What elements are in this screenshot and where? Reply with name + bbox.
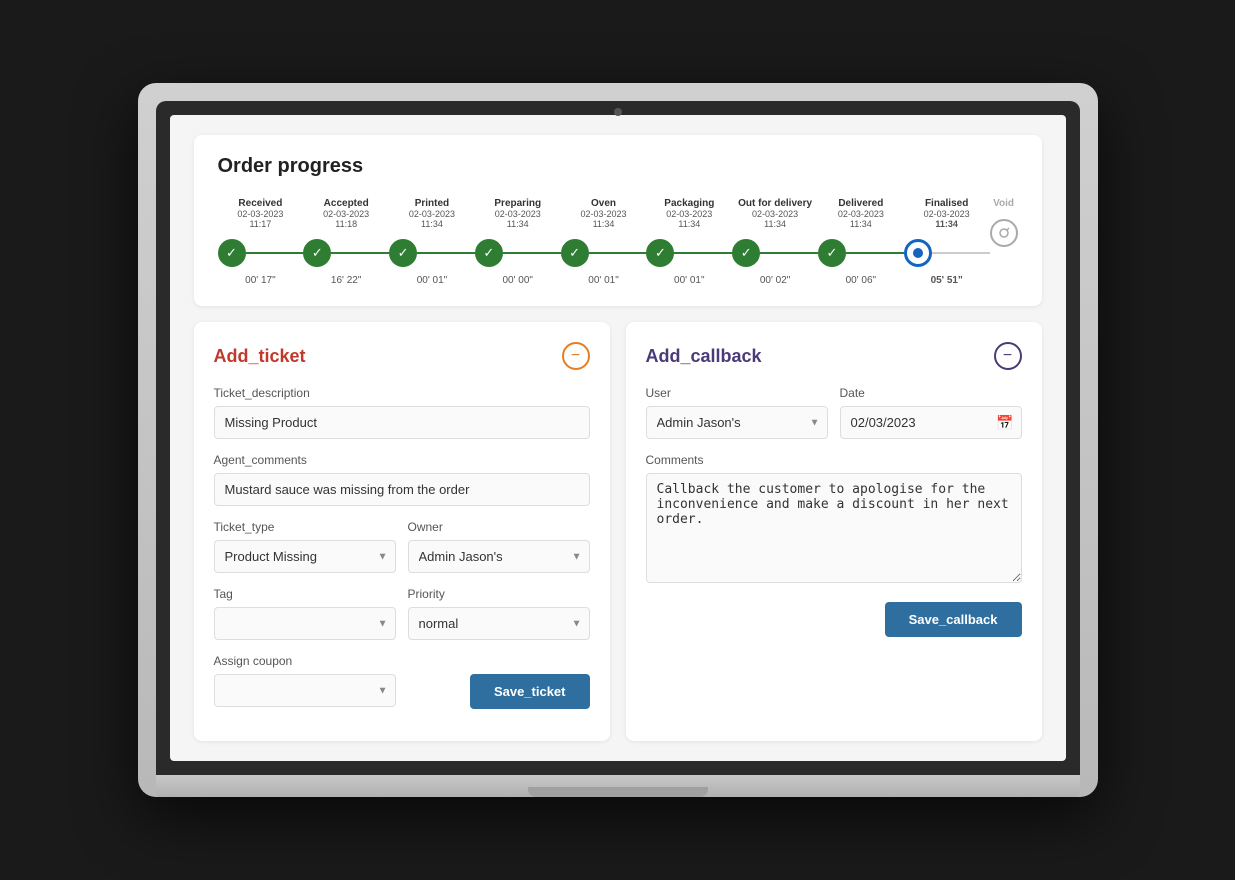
priority-wrapper: normal high low ▼ [408, 607, 590, 640]
step-circle-packaging: ✓ [646, 239, 674, 267]
agent-comments-input[interactable] [214, 473, 590, 506]
callback-date-input[interactable] [840, 406, 1022, 439]
callback-user-wrapper: Admin Jason's Admin ▼ [646, 406, 828, 439]
step-finalised: Finalised 02-03-2023 11:34 05' 51" [904, 198, 990, 286]
add-ticket-card: Add_ticket − Ticket_description Agent_co… [194, 322, 610, 741]
callback-comments-section: Comments Callback the customer to apolog… [646, 453, 1022, 602]
screen: Order progress Received 02-03-2023 11:17 [170, 115, 1066, 761]
callback-comments-label: Comments [646, 453, 1022, 467]
callback-date-label: Date [840, 386, 1022, 400]
callback-user-label: User [646, 386, 828, 400]
ticket-type-select[interactable]: Product Missing Wrong Order Late Deliver… [214, 540, 396, 573]
forms-row: Add_ticket − Ticket_description Agent_co… [194, 322, 1042, 741]
laptop-base [156, 775, 1080, 797]
step-circle-preparing: ✓ [475, 239, 503, 267]
progress-steps: Received 02-03-2023 11:17 ✓ 00' 17" [218, 198, 1018, 286]
step-preparing: Preparing 02-03-2023 11:34 ✓ 00' 00" [475, 198, 561, 286]
assign-coupon-select[interactable] [214, 674, 396, 707]
callback-save-row: Save_callback [646, 602, 1022, 637]
assign-coupon-wrapper: ▼ [214, 674, 396, 707]
step-received: Received 02-03-2023 11:17 ✓ 00' 17" [218, 198, 304, 286]
step-delivered: Delivered 02-03-2023 11:34 ✓ 00' 06" [818, 198, 904, 286]
step-circle-printed: ✓ [389, 239, 417, 267]
tag-select[interactable] [214, 607, 396, 640]
owner-select[interactable]: Admin Jason's Admin [408, 540, 590, 573]
step-circle-oven: ✓ [561, 239, 589, 267]
add-callback-title: Add_callback [646, 346, 762, 367]
owner-wrapper: Admin Jason's Admin ▼ [408, 540, 590, 573]
step-oven: Oven 02-03-2023 11:34 ✓ 00' 01" [561, 198, 647, 286]
callback-minus-button[interactable]: − [994, 342, 1022, 370]
camera [614, 108, 622, 116]
callback-comments-textarea[interactable]: Callback the customer to apologise for t… [646, 473, 1022, 583]
step-accepted: Accepted 02-03-2023 11:18 ✓ 16' 22" [303, 198, 389, 286]
owner-label: Owner [408, 520, 590, 534]
user-date-row: User Admin Jason's Admin ▼ [646, 386, 1022, 439]
callback-date-wrapper: 📅 [840, 406, 1022, 439]
step-circle-received: ✓ [218, 239, 246, 267]
ticket-description-input[interactable] [214, 406, 590, 439]
ticket-type-wrapper: Product Missing Wrong Order Late Deliver… [214, 540, 396, 573]
tag-priority-row: Tag ▼ Priority [214, 587, 590, 654]
step-circle-finalised [904, 239, 932, 267]
step-circle-accepted: ✓ [303, 239, 331, 267]
callback-user-select[interactable]: Admin Jason's Admin [646, 406, 828, 439]
step-packaging: Packaging 02-03-2023 11:34 ✓ 00' 01" [646, 198, 732, 286]
screen-bezel: Order progress Received 02-03-2023 11:17 [156, 101, 1080, 775]
assign-coupon-row: ▼ Save_ticket [214, 674, 590, 721]
laptop-frame: Order progress Received 02-03-2023 11:17 [138, 83, 1098, 797]
tag-wrapper: ▼ [214, 607, 396, 640]
step-circle-void [990, 219, 1018, 247]
priority-select[interactable]: normal high low [408, 607, 590, 640]
step-printed: Printed 02-03-2023 11:34 ✓ 00' 01" [389, 198, 475, 286]
ticket-type-owner-row: Ticket_type Product Missing Wrong Order … [214, 520, 590, 587]
step-circle-delivered: ✓ [818, 239, 846, 267]
tag-label: Tag [214, 587, 396, 601]
order-progress-title: Order progress [218, 155, 1018, 178]
agent-comments-label: Agent_comments [214, 453, 590, 467]
ticket-card-header: Add_ticket − [214, 342, 590, 370]
step-circle-out-for-delivery: ✓ [732, 239, 760, 267]
callback-card-header: Add_callback − [646, 342, 1022, 370]
assign-coupon-label: Assign coupon [214, 654, 590, 668]
save-ticket-button[interactable]: Save_ticket [470, 674, 590, 709]
step-void: Void [990, 198, 1018, 255]
priority-label: Priority [408, 587, 590, 601]
add-ticket-title: Add_ticket [214, 346, 306, 367]
save-callback-button[interactable]: Save_callback [885, 602, 1022, 637]
add-callback-card: Add_callback − User Admin Jason's Admin [626, 322, 1042, 741]
step-out-for-delivery: Out for delivery 02-03-2023 11:34 ✓ 00' [732, 198, 818, 286]
ticket-description-label: Ticket_description [214, 386, 590, 400]
order-progress-card: Order progress Received 02-03-2023 11:17 [194, 135, 1042, 306]
ticket-minus-button[interactable]: − [562, 342, 590, 370]
ticket-type-label: Ticket_type [214, 520, 396, 534]
